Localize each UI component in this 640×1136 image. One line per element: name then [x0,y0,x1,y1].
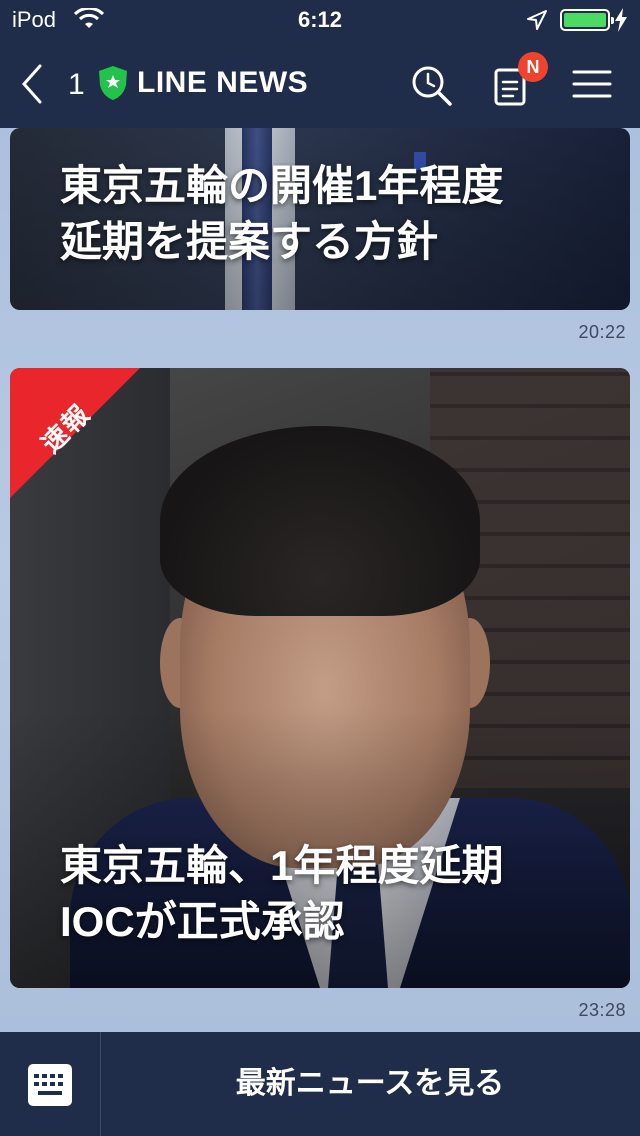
location-arrow-icon [527,10,547,30]
hamburger-menu-icon[interactable] [572,66,612,102]
article-card[interactable]: 速報 東京五輪、1年程度延期 IOCが正式承認 [10,368,630,988]
notification-badge: N [518,52,548,82]
headline-line: 東京五輪の開催1年程度 [60,162,504,209]
status-bar: iPod 6:12 [0,0,640,40]
article-headline: 東京五輪の開催1年程度 延期を提案する方針 [60,158,503,270]
nav-bar: 1 LINE NEWS N [0,40,640,128]
back-button[interactable]: 1 [14,62,85,106]
latest-news-button[interactable]: 最新ニュースを見る [100,1032,640,1136]
headline-line: IOCが正式承認 [60,898,345,945]
search-icon[interactable] [408,62,454,108]
headline-line: 東京五輪、1年程度延期 [60,842,504,889]
article-timestamp: 20:22 [578,322,626,342]
article-headline: 東京五輪、1年程度延期 IOCが正式承認 [60,838,503,950]
headline-line: 延期を提案する方針 [60,218,439,265]
line-news-shield-icon [99,66,127,100]
article-card[interactable]: 東京五輪の開催1年程度 延期を提案する方針 [10,128,630,310]
chevron-left-icon [21,64,42,104]
battery-level [564,13,606,27]
article-timestamp: 23:28 [578,1000,626,1020]
battery-icon [560,9,614,31]
bottom-bar: 最新ニュースを見る [0,1032,640,1136]
back-count: 1 [68,68,85,101]
charging-bolt-icon [615,8,627,32]
keyboard-icon[interactable] [28,1064,72,1106]
app-title: LINE NEWS [137,66,309,99]
